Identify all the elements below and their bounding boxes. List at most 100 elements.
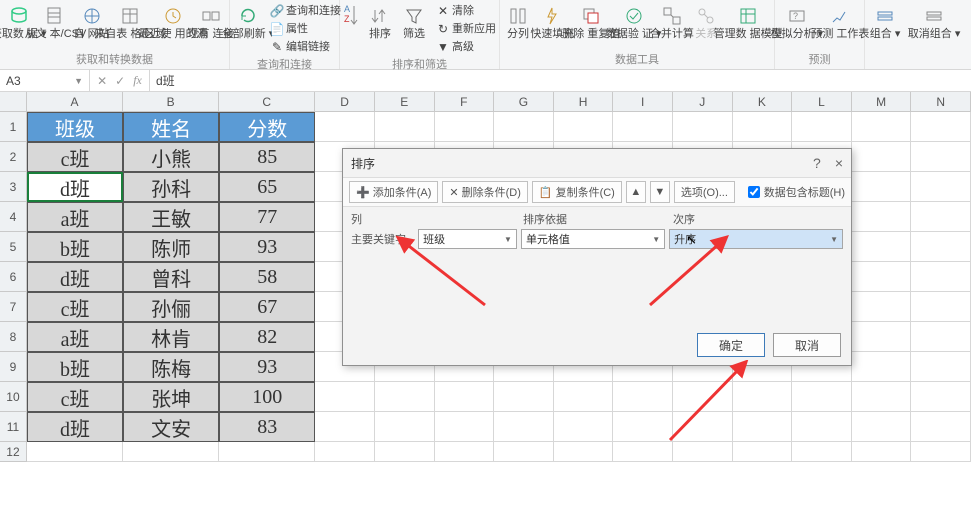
refresh-all-button[interactable]: 全部刷新 ▾ bbox=[232, 2, 264, 42]
queries-connections-button[interactable]: 🔗查询和连接 bbox=[266, 2, 345, 20]
cell[interactable] bbox=[673, 112, 733, 142]
confirm-icon[interactable]: ✓ bbox=[115, 74, 125, 88]
delete-condition-button[interactable]: ✕删除条件(D) bbox=[442, 181, 528, 203]
table-cell[interactable]: 83 bbox=[219, 412, 315, 442]
cell[interactable] bbox=[911, 262, 971, 292]
cell[interactable] bbox=[315, 412, 375, 442]
row-header[interactable]: 10 bbox=[0, 382, 27, 412]
cell[interactable] bbox=[554, 382, 614, 412]
table-cell[interactable]: 67 bbox=[219, 292, 315, 322]
cell[interactable] bbox=[554, 442, 614, 462]
table-cell[interactable]: c班 bbox=[27, 142, 123, 172]
table-cell[interactable]: 77 bbox=[219, 202, 315, 232]
cancel-button[interactable]: 取消 bbox=[773, 333, 841, 357]
sort-az-button[interactable]: AZ bbox=[342, 2, 362, 30]
row-header[interactable]: 1 bbox=[0, 112, 27, 142]
add-condition-button[interactable]: ➕添加条件(A) bbox=[349, 181, 438, 203]
cell[interactable] bbox=[852, 262, 912, 292]
cell[interactable] bbox=[911, 442, 971, 462]
col-header[interactable]: A bbox=[27, 92, 123, 111]
sort-basis-combo[interactable]: 单元格值▼ bbox=[521, 229, 665, 249]
cell[interactable] bbox=[911, 142, 971, 172]
col-header[interactable]: M bbox=[852, 92, 912, 111]
cell[interactable] bbox=[911, 352, 971, 382]
advanced-filter-button[interactable]: ▼高级 bbox=[432, 38, 500, 56]
table-cell[interactable]: 85 bbox=[219, 142, 315, 172]
table-header-cell[interactable]: 分数 bbox=[219, 112, 315, 142]
cell[interactable] bbox=[315, 382, 375, 412]
cell[interactable] bbox=[435, 112, 495, 142]
cell[interactable] bbox=[613, 382, 673, 412]
row-header[interactable]: 12 bbox=[0, 442, 27, 462]
row-header[interactable]: 7 bbox=[0, 292, 27, 322]
name-box[interactable]: A3▼ bbox=[0, 70, 90, 91]
table-cell[interactable]: 93 bbox=[219, 232, 315, 262]
row-header[interactable]: 4 bbox=[0, 202, 27, 232]
filter-button[interactable]: 筛选 bbox=[398, 2, 430, 42]
cell[interactable] bbox=[852, 112, 912, 142]
forecast-sheet-button[interactable]: 预测 工作表 bbox=[819, 2, 862, 42]
table-cell[interactable]: c班 bbox=[27, 292, 123, 322]
cell[interactable] bbox=[219, 442, 315, 462]
consolidate-button[interactable]: 合并计算 bbox=[656, 2, 689, 42]
cell[interactable] bbox=[911, 292, 971, 322]
table-cell[interactable]: d班 bbox=[27, 412, 123, 442]
cell[interactable] bbox=[852, 172, 912, 202]
col-header[interactable]: F bbox=[435, 92, 495, 111]
select-all-corner[interactable] bbox=[0, 92, 27, 111]
table-cell[interactable]: 曾科 bbox=[123, 262, 219, 292]
help-icon[interactable]: ? bbox=[813, 155, 821, 171]
table-cell[interactable]: b班 bbox=[27, 232, 123, 262]
table-cell[interactable]: 小熊 bbox=[123, 142, 219, 172]
col-header[interactable]: N bbox=[911, 92, 971, 111]
col-header[interactable]: H bbox=[554, 92, 614, 111]
cell[interactable] bbox=[554, 412, 614, 442]
table-cell[interactable]: 93 bbox=[219, 352, 315, 382]
cell[interactable] bbox=[673, 412, 733, 442]
col-header[interactable]: K bbox=[733, 92, 793, 111]
table-cell[interactable]: 陈梅 bbox=[123, 352, 219, 382]
table-cell[interactable]: 82 bbox=[219, 322, 315, 352]
cell[interactable] bbox=[673, 382, 733, 412]
data-validation-button[interactable]: 数据验 证 ▾ bbox=[614, 2, 654, 42]
table-cell[interactable]: d班 bbox=[27, 262, 123, 292]
table-header-cell[interactable]: 姓名 bbox=[123, 112, 219, 142]
cell[interactable] bbox=[27, 442, 123, 462]
table-cell[interactable]: b班 bbox=[27, 352, 123, 382]
cell[interactable] bbox=[792, 442, 852, 462]
cell[interactable] bbox=[435, 442, 495, 462]
ungroup-button[interactable]: 取消组合 ▾ bbox=[905, 2, 963, 42]
table-cell[interactable]: 58 bbox=[219, 262, 315, 292]
dialog-titlebar[interactable]: 排序 ? × bbox=[343, 149, 851, 177]
cancel-icon[interactable]: ✕ bbox=[97, 74, 107, 88]
cell[interactable] bbox=[911, 322, 971, 352]
table-cell[interactable]: d班 bbox=[27, 172, 123, 202]
cell[interactable] bbox=[554, 112, 614, 142]
move-up-button[interactable]: ▲ bbox=[626, 181, 646, 203]
cell[interactable] bbox=[613, 112, 673, 142]
options-button[interactable]: 选项(O)... bbox=[674, 181, 735, 203]
row-header[interactable]: 11 bbox=[0, 412, 27, 442]
row-header[interactable]: 5 bbox=[0, 232, 27, 262]
cell[interactable] bbox=[911, 202, 971, 232]
row-header[interactable]: 2 bbox=[0, 142, 27, 172]
table-cell[interactable]: 孙俪 bbox=[123, 292, 219, 322]
reapply-button[interactable]: ↻重新应用 bbox=[432, 20, 500, 38]
row-header[interactable]: 3 bbox=[0, 172, 27, 202]
sort-button[interactable]: 排序 bbox=[364, 2, 396, 42]
close-icon[interactable]: × bbox=[835, 155, 843, 171]
cell[interactable] bbox=[911, 232, 971, 262]
cell[interactable] bbox=[852, 352, 912, 382]
table-header-cell[interactable]: 班级 bbox=[27, 112, 123, 142]
clear-filter-button[interactable]: ✕清除 bbox=[432, 2, 500, 20]
col-header[interactable]: I bbox=[613, 92, 673, 111]
data-model-button[interactable]: 管理数 据模型 bbox=[724, 2, 772, 42]
has-header-checkbox[interactable]: 数据包含标题(H) bbox=[748, 184, 845, 200]
from-csv-button[interactable]: 从文 本/CSV bbox=[37, 2, 73, 42]
ok-button[interactable]: 确定 bbox=[697, 333, 765, 357]
row-header[interactable]: 6 bbox=[0, 262, 27, 292]
sort-column-combo[interactable]: 班级▼ bbox=[418, 229, 517, 249]
cell[interactable] bbox=[673, 442, 733, 462]
cell[interactable] bbox=[435, 382, 495, 412]
col-header[interactable]: C bbox=[219, 92, 315, 111]
